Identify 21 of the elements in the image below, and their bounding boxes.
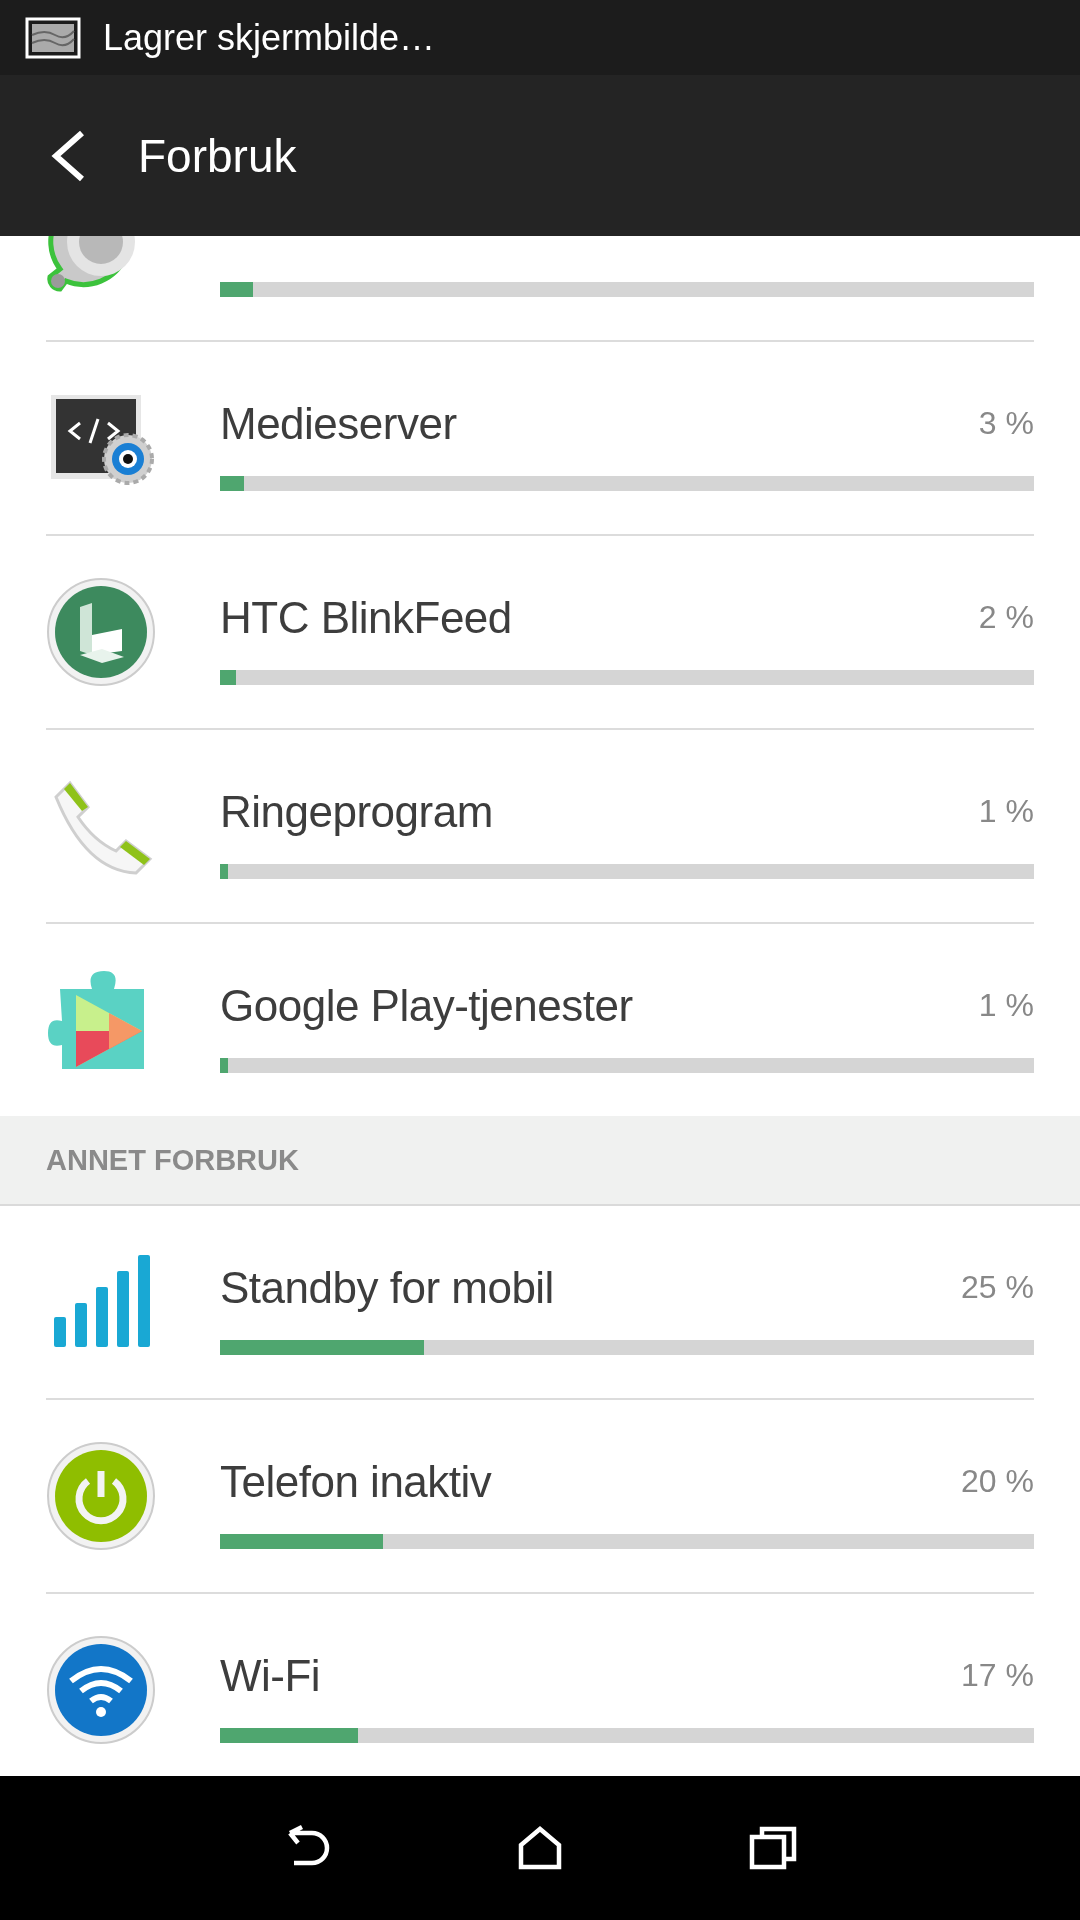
screen-title: Forbruk <box>138 128 297 183</box>
usage-percent: 20 % <box>961 1463 1034 1500</box>
app-name: Telefon inaktiv <box>220 1456 492 1507</box>
usage-percent: 3 % <box>978 405 1034 442</box>
section-title: ANNET FORBRUK <box>46 1143 299 1177</box>
app-name: Standby for mobil <box>220 1262 554 1313</box>
usage-percent: 25 % <box>961 1269 1034 1306</box>
wifi-icon <box>46 1635 156 1745</box>
blinkfeed-icon <box>46 577 156 687</box>
notification-text: Lagrer skjermbilde… <box>103 16 436 59</box>
screenshot-icon <box>25 16 81 59</box>
usage-percent: 1 % <box>978 987 1034 1024</box>
power-icon <box>46 1441 156 1551</box>
usage-percent: 2 % <box>978 599 1034 636</box>
app-name: Ringeprogram <box>220 786 493 837</box>
app-name: Google Play-tjenester <box>220 980 633 1031</box>
app-name: HTC BlinkFeed <box>220 592 512 643</box>
app-name: Wi-Fi <box>220 1650 321 1701</box>
usage-percent: 1 % <box>978 793 1034 830</box>
usage-percent: 17 % <box>961 1657 1034 1694</box>
app-name: Medieserver <box>220 398 457 449</box>
